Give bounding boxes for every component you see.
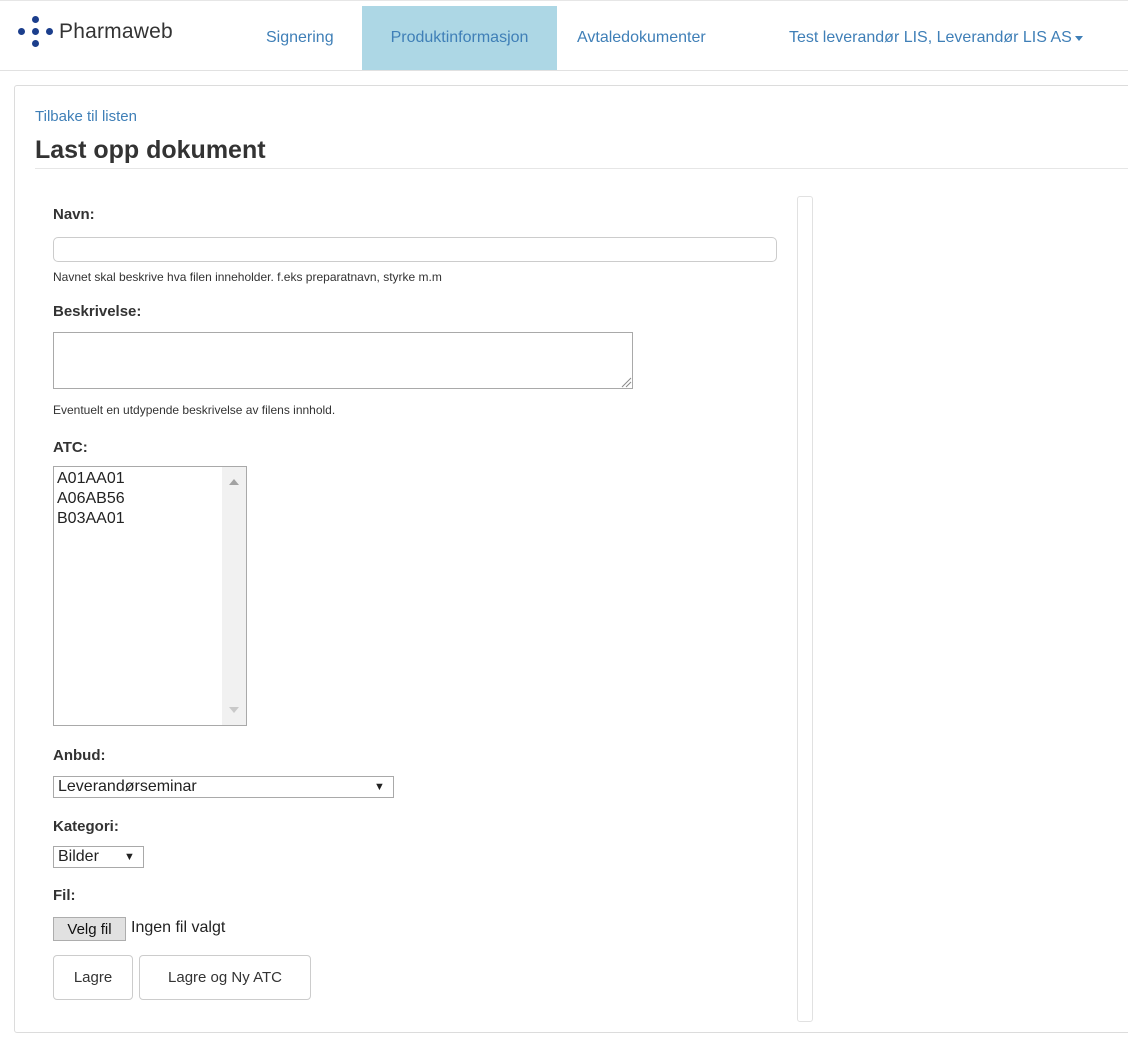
atc-option[interactable]: A01AA01 [57, 469, 125, 489]
atc-label: ATC: [53, 439, 88, 456]
choose-file-button[interactable]: Velg fil [53, 917, 126, 941]
caret-down-icon [1074, 35, 1083, 41]
user-menu-dropdown[interactable]: Test leverandør LIS, Leverandør LIS AS [789, 6, 1083, 70]
navbar-top-border [0, 0, 1128, 1]
pharmaweb-logo-icon [15, 12, 55, 52]
atc-listbox[interactable]: A01AA01 A06AB56 B03AA01 [53, 466, 247, 726]
atc-scrollbar[interactable] [222, 467, 246, 725]
atc-options: A01AA01 A06AB56 B03AA01 [57, 469, 125, 529]
category-label: Kategori: [53, 818, 119, 835]
description-label: Beskrivelse: [53, 303, 142, 320]
side-panel [797, 196, 813, 1022]
nav-item-produktinformasjon[interactable]: Produktinformasjon [362, 6, 557, 70]
resize-grip-icon[interactable] [620, 376, 632, 388]
name-label: Navn: [53, 206, 95, 223]
dropdown-arrow-icon: ▼ [124, 851, 135, 863]
category-selected-value: Bilder [58, 848, 99, 865]
category-select[interactable]: Bilder ▼ [53, 846, 144, 868]
file-label: Fil: [53, 887, 76, 904]
brand-name: Pharmaweb [59, 20, 173, 43]
top-navbar: Pharmaweb Signering Produktinformasjon A… [0, 0, 1128, 71]
file-status-text: Ingen fil valgt [131, 919, 226, 936]
scroll-up-arrow-icon[interactable] [229, 479, 239, 485]
nav-item-label: Produktinformasjon [390, 29, 529, 46]
name-help-text: Navnet skal beskrive hva filen inneholde… [53, 270, 442, 284]
atc-option[interactable]: B03AA01 [57, 509, 125, 529]
description-help-text: Eventuelt en utdypende beskrivelse av fi… [53, 403, 336, 417]
tender-select[interactable]: Leverandørseminar ▼ [53, 776, 394, 798]
page-title: Last opp dokument [35, 136, 266, 164]
nav-item-signering[interactable]: Signering [266, 6, 334, 70]
brand[interactable]: Pharmaweb [15, 12, 173, 52]
save-button[interactable]: Lagre [53, 955, 133, 1000]
back-to-list-link[interactable]: Tilbake til listen [35, 108, 137, 125]
tender-label: Anbud: [53, 747, 106, 764]
scroll-down-arrow-icon[interactable] [229, 707, 239, 713]
nav-item-label: Signering [266, 29, 334, 46]
description-textarea[interactable] [53, 332, 633, 389]
atc-option[interactable]: A06AB56 [57, 489, 125, 509]
name-input[interactable] [53, 237, 777, 262]
title-divider [35, 168, 1128, 169]
user-menu-label: Test leverandør LIS, Leverandør LIS AS [789, 29, 1072, 46]
nav-item-avtaledokumenter[interactable]: Avtaledokumenter [577, 6, 706, 70]
dropdown-arrow-icon: ▼ [374, 781, 385, 793]
save-new-atc-button[interactable]: Lagre og Ny ATC [139, 955, 311, 1000]
tender-selected-value: Leverandørseminar [58, 778, 197, 795]
nav-item-label: Avtaledokumenter [577, 29, 706, 46]
